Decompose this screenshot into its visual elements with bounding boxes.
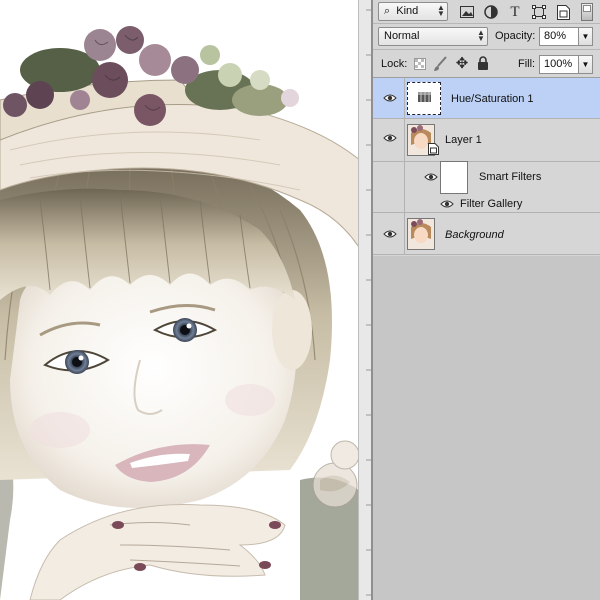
divider — [404, 213, 405, 254]
updown-arrows-icon: ▲ ▼ — [477, 28, 485, 43]
divider — [404, 162, 405, 194]
opacity-field[interactable]: 80% — [539, 27, 579, 46]
divider — [404, 119, 405, 161]
layers-panel: ⌕ Kind ▲ ▼ T Normal ▲ ▼ Opacity: 80% ▼ L… — [371, 0, 600, 600]
opacity-label: Opacity: — [495, 30, 536, 42]
layer-row-layer-1[interactable]: Layer 1 — [373, 119, 600, 162]
portrait-thumbnail-image — [408, 219, 434, 249]
smart-object-filter-icon[interactable] — [555, 3, 571, 21]
layer-name[interactable]: Smart Filters — [479, 170, 541, 184]
filter-toggle-switch[interactable] — [581, 3, 593, 21]
shape-filter-icon[interactable] — [531, 4, 547, 20]
visibility-eye-icon[interactable] — [383, 229, 397, 239]
smart-filter-mask-thumbnail[interactable] — [440, 161, 468, 194]
layer-filter-row: ⌕ Kind ▲ ▼ T — [373, 0, 600, 24]
filter-kind-label: Kind — [396, 5, 419, 17]
chevron-down-icon: ▼ — [581, 32, 590, 41]
lock-all-icon[interactable] — [476, 55, 490, 71]
lock-image-icon[interactable] — [432, 56, 448, 72]
type-filter-icon[interactable]: T — [507, 3, 523, 21]
fill-label: Fill: — [518, 58, 536, 70]
visibility-eye-icon[interactable] — [383, 93, 397, 103]
opacity-slider-button[interactable]: ▼ — [578, 27, 593, 46]
lock-transparent-icon[interactable] — [413, 57, 427, 71]
layer-name[interactable]: Filter Gallery — [460, 197, 522, 211]
layer-name[interactable]: Hue/Saturation 1 — [451, 92, 534, 106]
lock-label: Lock: — [381, 58, 408, 70]
layer-row-hue-saturation[interactable]: Hue/Saturation 1 — [373, 78, 600, 119]
girl-portrait-image — [0, 0, 371, 600]
filter-kind-select[interactable]: ⌕ Kind ▲ ▼ — [378, 2, 448, 21]
divider — [404, 78, 405, 118]
layer-row-filter-gallery[interactable]: Filter Gallery — [373, 194, 600, 213]
lock-fill-row: Lock: ✥ Fill: 100% ▼ — [373, 50, 600, 78]
chevron-down-icon: ▼ — [581, 60, 590, 69]
layers-empty-area[interactable] — [373, 256, 600, 600]
adjustment-layer-thumbnail[interactable] — [407, 82, 441, 115]
ruler-ticks — [366, 9, 371, 596]
layer-name[interactable]: Layer 1 — [445, 133, 482, 147]
layer-row-background[interactable]: Background — [373, 213, 600, 255]
layer-name[interactable]: Background — [445, 228, 504, 242]
adjustment-filter-icon[interactable] — [483, 4, 499, 20]
search-icon: ⌕ — [384, 5, 391, 17]
hue-saturation-icon — [418, 92, 431, 102]
layer-row-smart-filters[interactable]: Smart Filters — [373, 161, 600, 194]
visibility-eye-icon[interactable] — [383, 133, 397, 143]
image-filter-icon[interactable] — [459, 4, 475, 20]
blend-mode-value: Normal — [384, 30, 420, 42]
fill-slider-button[interactable]: ▼ — [578, 55, 593, 74]
visibility-eye-icon[interactable] — [440, 199, 454, 209]
blend-opacity-row: Normal ▲ ▼ Opacity: 80% ▼ — [373, 24, 600, 50]
blend-mode-select[interactable]: Normal ▲ ▼ — [378, 27, 488, 46]
lock-position-icon[interactable]: ✥ — [454, 55, 470, 72]
layer-thumbnail[interactable] — [407, 218, 435, 250]
updown-arrows-icon: ▲ ▼ — [437, 3, 445, 18]
fill-field[interactable]: 100% — [539, 55, 579, 74]
divider — [404, 194, 405, 212]
document-canvas[interactable] — [0, 0, 371, 600]
visibility-eye-icon[interactable] — [424, 172, 438, 182]
smart-object-badge-icon — [428, 143, 439, 155]
